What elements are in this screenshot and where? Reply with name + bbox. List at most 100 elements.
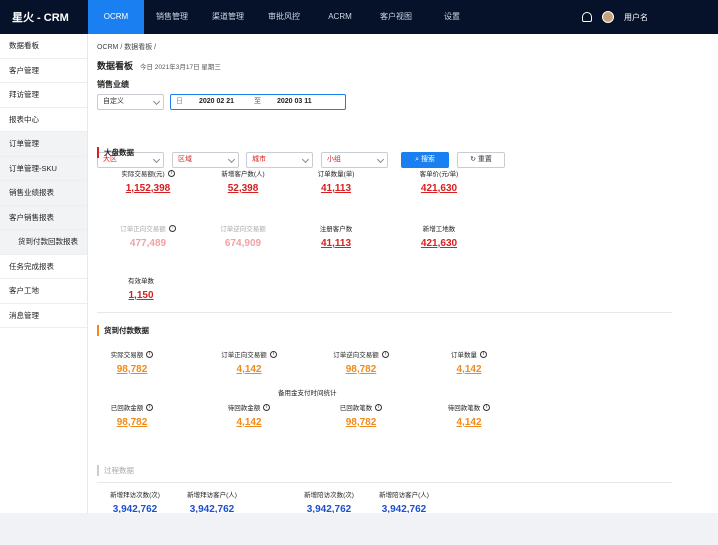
brand-logo[interactable]: 星火 - CRM — [0, 9, 88, 25]
metric-value[interactable]: 4,142 — [199, 364, 299, 375]
metric-label: 已回款笔数 — [339, 405, 373, 412]
info-icon[interactable]: i — [483, 403, 491, 411]
cod-note: 备用金支付时间统计 — [278, 390, 337, 397]
metric-card: 新增工地数 421,630 — [389, 223, 489, 249]
user-name[interactable]: 用户名 — [624, 12, 648, 23]
metric-value[interactable]: 98,782 — [88, 364, 182, 375]
nav-item-settings[interactable]: 设置 — [424, 0, 480, 34]
sidebar-item-orders[interactable]: 订单管理 — [0, 132, 87, 157]
nav-item-customer-view[interactable]: 客户视图 — [368, 0, 424, 34]
metric-label: 新增工地数 — [422, 226, 456, 233]
date-mode-select[interactable]: 自定义 — [97, 94, 164, 110]
sidebar-item-reports[interactable]: 报表中心 — [0, 108, 87, 132]
metric-card: 已回款金额 i 98,782 — [88, 402, 182, 428]
sidebar-item-sales-report[interactable]: 销售业绩报表 — [0, 181, 87, 206]
city-value: 城市 — [252, 156, 266, 163]
nav-item-ocrm[interactable]: OCRM — [88, 0, 144, 34]
metric-label: 注册客户数 — [319, 226, 353, 233]
avatar[interactable] — [602, 11, 614, 23]
info-icon[interactable]: i — [263, 403, 271, 411]
metric-label: 新增拜访客户(人) — [187, 492, 237, 499]
sidebar-item-dashboard[interactable]: 数据看板 — [0, 34, 87, 59]
metric-card: 待回款金额 i 4,142 — [199, 402, 299, 428]
info-icon[interactable]: i — [269, 350, 277, 358]
metric-value[interactable]: 52,398 — [193, 183, 293, 194]
metric-value[interactable]: 477,489 — [98, 238, 198, 249]
bell-icon[interactable] — [582, 12, 592, 22]
sidebar-item-customers[interactable]: 客户管理 — [0, 59, 87, 83]
metric-card: 订单逆向交易额 i 98,782 — [311, 349, 411, 375]
chevron-down-icon — [227, 155, 236, 164]
team-select[interactable]: 小组 — [321, 152, 388, 168]
metric-value[interactable]: 98,782 — [311, 364, 411, 375]
metric-card: 新增陪访客户(人) 3,942,762 — [354, 489, 454, 513]
reset-button[interactable]: ↻ 重置 — [457, 152, 505, 168]
metric-value[interactable]: 1,150 — [91, 290, 191, 301]
metric-card: 新增拜访客户(人) 3,942,762 — [162, 489, 262, 513]
breadcrumb[interactable]: OCRM / 数据看板 / — [97, 42, 156, 52]
metric-value[interactable]: 4,142 — [419, 417, 519, 428]
section-title-process: 过程数据 — [97, 465, 134, 476]
area-value: 区域 — [178, 156, 192, 163]
metric-label: 新增陪访次数(次) — [304, 492, 354, 499]
info-icon[interactable]: i — [381, 350, 389, 358]
main-nav: OCRM 销售管理 渠道管理 审批风控 ACRM 客户视图 设置 — [88, 0, 480, 34]
metric-value[interactable]: 41,113 — [286, 238, 386, 249]
metric-label: 实际交易额 — [110, 352, 144, 359]
metric-label: 订单数量 — [451, 352, 477, 359]
info-icon[interactable]: i — [146, 403, 154, 411]
metric-label: 订单逆向交易额 — [333, 352, 379, 359]
calendar-icon: 日 — [176, 98, 183, 105]
metric-value[interactable]: 1,152,398 — [98, 183, 198, 194]
info-icon[interactable]: i — [167, 169, 175, 177]
metric-value[interactable]: 3,942,762 — [354, 504, 454, 513]
top-navigation-bar: 星火 - CRM OCRM 销售管理 渠道管理 审批风控 ACRM 客户视图 设… — [0, 0, 718, 34]
metric-value[interactable]: 4,142 — [199, 417, 299, 428]
metric-value[interactable]: 674,909 — [193, 238, 293, 249]
area-select[interactable]: 区域 — [172, 152, 239, 168]
metric-label: 已回款金额 — [110, 405, 144, 412]
metric-label: 订单正向交易额 — [120, 226, 166, 233]
metric-card: 实际交易额(元) i 1,152,398 — [98, 168, 198, 194]
nav-item-approval[interactable]: 审批风控 — [256, 0, 312, 34]
sales-heading: 销售业绩 — [97, 80, 129, 89]
divider — [97, 482, 672, 483]
metric-label: 订单正向交易额 — [221, 352, 267, 359]
metric-card: 订单正向交易额 i 4,142 — [199, 349, 299, 375]
nav-item-sales[interactable]: 销售管理 — [144, 0, 200, 34]
sidebar-item-sites[interactable]: 客户工地 — [0, 279, 87, 304]
metric-label: 实际交易额(元) — [121, 171, 165, 178]
info-icon[interactable]: i — [168, 224, 176, 232]
nav-item-acrm[interactable]: ACRM — [312, 0, 368, 34]
metric-value[interactable]: 421,630 — [389, 183, 489, 194]
section-title-cod: 货到付款数据 — [97, 325, 149, 336]
nav-item-channel[interactable]: 渠道管理 — [200, 0, 256, 34]
metric-label: 新增客户数(人) — [221, 171, 265, 178]
sidebar-item-orders-sku[interactable]: 订单管理-SKU — [0, 156, 87, 181]
metric-value[interactable]: 41,113 — [286, 183, 386, 194]
info-icon[interactable]: i — [375, 403, 383, 411]
sidebar-item-visits[interactable]: 拜访管理 — [0, 83, 87, 108]
info-icon[interactable]: i — [146, 350, 154, 358]
metric-card: 待回款笔数 i 4,142 — [419, 402, 519, 428]
sidebar-item-task-report[interactable]: 任务完成报表 — [0, 255, 87, 279]
metric-label: 订单数量(单) — [317, 171, 355, 178]
city-select[interactable]: 城市 — [246, 152, 313, 168]
metric-card: 已回款笔数 i 98,782 — [311, 402, 411, 428]
user-area: 用户名 — [582, 0, 648, 34]
sidebar-item-cod-report[interactable]: 货到付款回款报表 — [0, 230, 87, 255]
sidebar-item-messages[interactable]: 消息管理 — [0, 304, 87, 328]
date-range-picker[interactable]: 日 2020 02 21 至 2020 03 11 — [170, 94, 346, 110]
metric-card: 订单逆向交易额 674,909 — [193, 223, 293, 249]
info-icon[interactable]: i — [480, 350, 487, 358]
search-button[interactable]: ⌕ 搜索 — [401, 152, 449, 168]
metric-value[interactable]: 4,142 — [419, 364, 519, 375]
page-date: 今日 2021年3月17日 星期三 — [140, 64, 221, 71]
metric-value[interactable]: 3,942,762 — [162, 504, 262, 513]
metric-label: 客单价(元/单) — [419, 171, 459, 178]
date-mode-value: 自定义 — [103, 98, 124, 105]
sidebar-item-customer-sales-report[interactable]: 客户销售报表 — [0, 205, 87, 230]
metric-value[interactable]: 98,782 — [311, 417, 411, 428]
metric-value[interactable]: 98,782 — [88, 417, 182, 428]
metric-value[interactable]: 421,630 — [389, 238, 489, 249]
